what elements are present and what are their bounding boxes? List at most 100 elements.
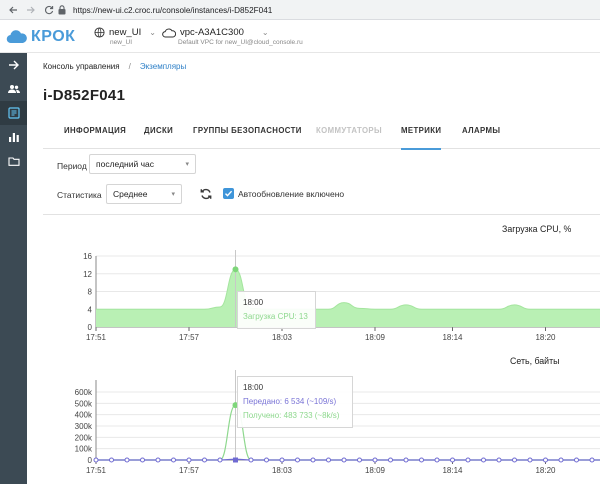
net-sent-point <box>326 457 331 463</box>
net-sent-point <box>543 457 548 463</box>
bar-chart-icon <box>8 133 19 142</box>
cpu-tooltip: 18:00 Загрузка CPU: 13 <box>237 291 316 329</box>
net-sent-point <box>295 457 300 463</box>
period-select[interactable]: последний час ▾ <box>89 154 196 174</box>
net-x-tick-label: 18:14 <box>442 466 463 475</box>
cpu-x-tick-label: 18:03 <box>272 333 293 342</box>
cpu-x-tick-label: 17:57 <box>179 333 200 342</box>
net-tooltip-sent: Передано: 6 534 (~109/s) <box>243 397 337 406</box>
breadcrumb: Консоль управления / Экземпляры <box>43 62 186 71</box>
chevron-down-icon: ⌄ <box>149 28 156 37</box>
refresh-button[interactable] <box>199 187 213 201</box>
logo-text: КРОК <box>31 28 76 45</box>
forward-arrow-icon[interactable] <box>24 3 38 17</box>
net-y-tick-label: 100k <box>75 445 93 454</box>
autoupdate-checkbox[interactable] <box>223 188 234 199</box>
tab-metrics[interactable]: МЕТРИКИ <box>401 112 442 150</box>
cloud-logo-icon <box>6 30 27 44</box>
tab-switches: КОММУТАТОРЫ <box>316 126 383 135</box>
tab-disks[interactable]: ДИСКИ <box>144 112 173 149</box>
net-sent-point <box>589 457 595 463</box>
net-sent-point <box>217 457 223 463</box>
net-x-tick-label: 18:03 <box>272 466 293 475</box>
logo[interactable]: КРОК <box>6 28 75 46</box>
page-title: i-D852F041 <box>43 87 126 104</box>
net-sent-point <box>574 457 579 463</box>
net-sent-point <box>341 457 347 463</box>
tab-security-groups[interactable]: ГРУППЫ БЕЗОПАСНОСТИ <box>193 112 302 149</box>
vpc-sub: Default VPC for new_UI@cloud_console.ru <box>178 39 303 46</box>
net-sent-point <box>264 457 269 463</box>
sidebar-item-instances[interactable] <box>0 101 27 125</box>
net-y-tick-label: 400k <box>75 411 93 420</box>
cpu-x-tick-label: 18:20 <box>535 333 556 342</box>
net-sent-point <box>372 457 378 463</box>
cpu-y-tick-label: 4 <box>88 305 93 314</box>
period-label: Период <box>57 161 87 171</box>
net-sent-point <box>388 457 393 463</box>
autoupdate-label: Автообновление включено <box>238 189 345 199</box>
net-y-tick-label: 0 <box>88 456 93 465</box>
net-tooltip-time: 18:00 <box>243 383 264 392</box>
net-sent-point <box>155 457 161 463</box>
stat-value: Среднее <box>113 189 148 199</box>
section-divider <box>43 214 600 215</box>
net-sent-point <box>481 457 486 463</box>
cpu-chart-title: Загрузка CPU, % <box>502 224 572 234</box>
net-x-tick-label: 17:51 <box>86 466 107 475</box>
project-sub: new_UI <box>110 39 133 46</box>
app-header: КРОК new_UI ⌄ new_UI vpc-A3A1C300 ⌄ Defa… <box>0 20 600 53</box>
net-tooltip: 18:00 Передано: 6 534 (~109/s) Получено:… <box>237 376 353 428</box>
net-sent-point <box>558 457 564 463</box>
breadcrumb-current[interactable]: Экземпляры <box>140 62 186 71</box>
breadcrumb-root[interactable]: Консоль управления <box>43 62 120 71</box>
instances-icon <box>7 107 20 119</box>
net-sent-point <box>109 457 114 463</box>
cpu-peak-point <box>232 266 239 273</box>
net-sent-point <box>465 457 471 463</box>
vpc-selector[interactable]: vpc-A3A1C300 ⌄ Default VPC for new_UI@cl… <box>162 27 303 46</box>
sidebar-item-storage[interactable] <box>0 149 27 173</box>
net-sent-point <box>310 457 316 463</box>
lock-icon <box>58 5 68 15</box>
net-sent-point <box>124 457 130 463</box>
users-icon <box>7 85 20 93</box>
globe-icon <box>94 27 105 38</box>
sidebar-item-expand[interactable] <box>0 53 27 77</box>
sidebar-item-users[interactable] <box>0 77 27 101</box>
net-sent-point <box>186 457 192 463</box>
net-sent-point <box>450 457 455 463</box>
stat-select[interactable]: Среднее ▾ <box>106 184 182 204</box>
chevron-down-icon: ⌄ <box>261 28 269 37</box>
reload-icon[interactable] <box>42 3 56 17</box>
net-tooltip-received: Получено: 483 733 (~8k/s) <box>243 411 340 420</box>
net-y-tick-label: 600k <box>75 388 93 397</box>
project-name: new_UI <box>109 27 142 38</box>
project-selector[interactable]: new_UI ⌄ new_UI <box>94 27 156 46</box>
cpu-line <box>95 268 600 310</box>
chevron-down-icon: ▾ <box>185 161 189 168</box>
net-x-tick-label: 18:09 <box>365 466 386 475</box>
cpu-tooltip-value: Загрузка CPU: 13 <box>243 312 308 321</box>
folder-icon <box>7 157 20 166</box>
cpu-y-tick-label: 12 <box>83 270 92 279</box>
net-sent-point <box>434 457 440 463</box>
net-sent-point <box>279 457 285 463</box>
net-sent-point <box>140 457 145 463</box>
sidebar-item-monitoring[interactable] <box>0 125 27 149</box>
tab-info[interactable]: ИНФОРМАЦИЯ <box>64 112 126 149</box>
tab-alarms[interactable]: АЛАРМЫ <box>462 112 500 149</box>
cpu-x-tick-label: 17:51 <box>86 333 107 342</box>
net-y-tick-label: 500k <box>75 399 93 408</box>
net-sent-point <box>171 457 176 463</box>
stat-label: Статистика <box>57 190 102 200</box>
back-arrow-icon[interactable] <box>6 3 20 17</box>
cloud-icon <box>162 28 176 37</box>
net-sent-point <box>527 457 533 463</box>
cpu-y-tick-label: 8 <box>88 288 93 297</box>
net-sent-point <box>93 457 99 463</box>
cpu-y-tick-label: 0 <box>88 323 93 332</box>
address-bar[interactable]: https://new-ui.c2.croc.ru/console/instan… <box>58 2 600 18</box>
url-text: https://new-ui.c2.croc.ru/console/instan… <box>73 5 273 15</box>
cpu-tooltip-time: 18:00 <box>243 298 264 307</box>
